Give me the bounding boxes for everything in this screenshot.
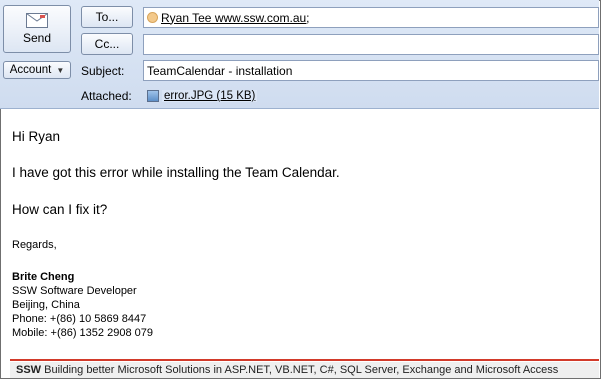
recipient-icon <box>147 12 158 23</box>
signature-title: SSW Software Developer <box>12 285 137 297</box>
attachment-link[interactable]: error.JPG (15 KB) <box>162 90 258 102</box>
footer-brand: SSW <box>16 364 42 376</box>
signature-location: Beijing, China <box>12 299 80 311</box>
dropdown-caret-icon: ▼ <box>56 65 65 75</box>
to-button-label: To... <box>95 10 119 24</box>
signature-mobile: Mobile: +(86) 1352 2908 079 <box>12 327 153 339</box>
signature-name: Brite Cheng <box>12 271 75 283</box>
attachment-field: error.JPG (15 KB) <box>143 86 599 106</box>
closing: Regards, <box>12 239 57 251</box>
account-label: Account <box>9 64 52 76</box>
send-button[interactable]: Send <box>3 5 71 53</box>
to-button[interactable]: To... <box>81 6 133 28</box>
footer-divider <box>10 359 599 361</box>
subject-value: TeamCalendar - installation <box>147 63 293 78</box>
compose-header: Send To... Cc... Account ▼ Ryan Tee www.… <box>0 0 599 109</box>
cc-field[interactable] <box>143 34 599 55</box>
attached-label: Attached: <box>81 89 132 103</box>
footer-tagline: Building better Microsoft Solutions in A… <box>41 364 559 376</box>
message-line-2: How can I fix it? <box>12 202 108 217</box>
cc-button-label: Cc... <box>94 37 120 51</box>
subject-label: Subject: <box>81 64 125 78</box>
to-field[interactable]: Ryan Tee www.ssw.com.au; <box>143 7 599 28</box>
send-envelope-icon <box>26 13 48 28</box>
footer-banner: SSW Building better Microsoft Solutions … <box>10 362 599 378</box>
subject-field[interactable]: TeamCalendar - installation <box>143 60 599 81</box>
send-label: Send <box>22 31 52 45</box>
attachment-image-icon <box>147 90 159 102</box>
signature-phone: Phone: +(86) 10 5869 8447 <box>12 313 147 325</box>
to-recipient[interactable]: Ryan Tee www.ssw.com.au; <box>161 11 310 25</box>
cc-button[interactable]: Cc... <box>81 33 133 55</box>
account-button[interactable]: Account ▼ <box>3 61 71 79</box>
greeting: Hi Ryan <box>12 129 61 144</box>
message-line-1: I have got this error while installing t… <box>12 165 340 180</box>
